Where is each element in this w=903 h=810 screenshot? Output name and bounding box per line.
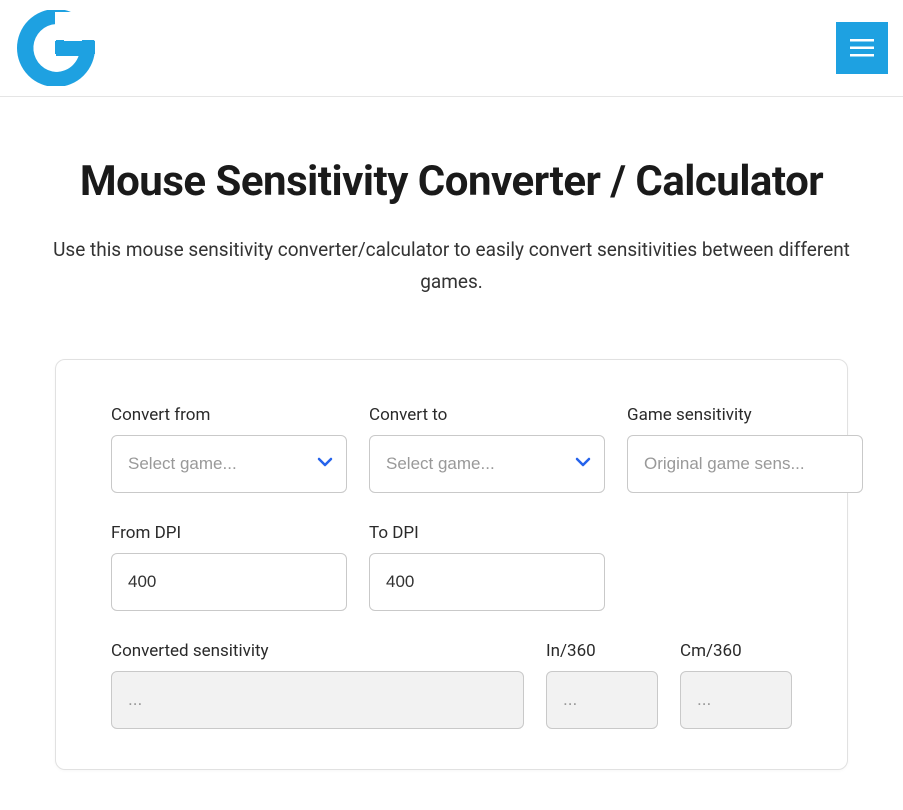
game-sensitivity-input[interactable] xyxy=(627,435,863,493)
from-dpi-input[interactable] xyxy=(111,553,347,611)
convert-from-label: Convert from xyxy=(111,405,347,425)
in-360-label: In/360 xyxy=(546,641,658,661)
menu-button[interactable] xyxy=(836,22,888,74)
convert-to-select[interactable] xyxy=(369,435,605,493)
cm-360-label: Cm/360 xyxy=(680,641,792,661)
convert-to-label: Convert to xyxy=(369,405,605,425)
page-subtitle: Use this mouse sensitivity converter/cal… xyxy=(32,234,872,299)
in-360-output xyxy=(546,671,658,729)
from-dpi-label: From DPI xyxy=(111,523,347,543)
converted-sensitivity-output xyxy=(111,671,524,729)
spacer xyxy=(627,523,792,611)
to-dpi-input[interactable] xyxy=(369,553,605,611)
game-sensitivity-label: Game sensitivity xyxy=(627,405,863,425)
converter-card: Convert from Convert to Game xyxy=(55,359,848,770)
hamburger-icon xyxy=(850,39,874,57)
convert-from-select[interactable] xyxy=(111,435,347,493)
page-title: Mouse Sensitivity Converter / Calculator xyxy=(30,157,873,206)
site-logo[interactable] xyxy=(15,10,97,86)
converted-sensitivity-label: Converted sensitivity xyxy=(111,641,524,661)
to-dpi-label: To DPI xyxy=(369,523,605,543)
cm-360-output xyxy=(680,671,792,729)
